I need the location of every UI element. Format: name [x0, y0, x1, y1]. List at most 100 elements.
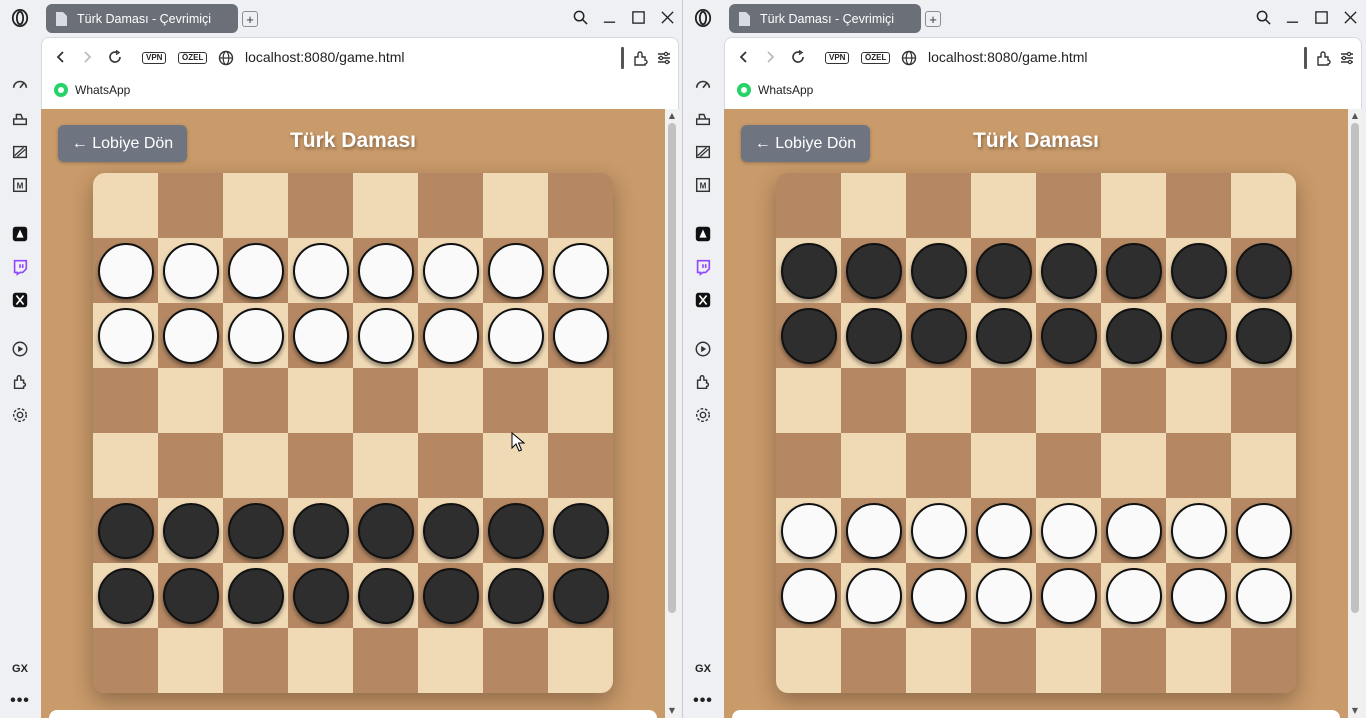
back-icon[interactable] — [53, 49, 69, 65]
vpn-badge[interactable]: VPN — [825, 52, 850, 64]
board-square[interactable] — [906, 238, 971, 303]
board-square[interactable] — [353, 238, 418, 303]
board-square[interactable] — [288, 238, 353, 303]
board-square[interactable] — [1101, 498, 1166, 563]
board-square[interactable] — [353, 173, 418, 238]
board-square[interactable] — [223, 303, 288, 368]
board-square[interactable] — [353, 303, 418, 368]
black-piece[interactable] — [422, 502, 479, 559]
x-twitter-icon[interactable] — [692, 289, 714, 311]
black-piece[interactable] — [162, 502, 219, 559]
scroll-down-icon[interactable]: ▼ — [668, 707, 676, 715]
board-square[interactable] — [1101, 173, 1166, 238]
board-square[interactable] — [353, 433, 418, 498]
white-piece[interactable] — [422, 307, 479, 364]
black-piece[interactable] — [1170, 242, 1227, 299]
board-square[interactable] — [1166, 498, 1231, 563]
white-piece[interactable] — [910, 567, 967, 624]
opera-logo-icon[interactable] — [9, 7, 31, 29]
white-piece[interactable] — [1235, 502, 1292, 559]
board-square[interactable] — [1166, 563, 1231, 628]
board-square[interactable] — [288, 303, 353, 368]
board-square[interactable] — [483, 173, 548, 238]
board-square[interactable] — [353, 368, 418, 433]
white-piece[interactable] — [292, 307, 349, 364]
easy-setup-icon[interactable] — [1339, 50, 1355, 66]
aria-icon[interactable] — [9, 223, 31, 245]
board-square[interactable] — [776, 173, 841, 238]
board-square[interactable] — [353, 498, 418, 563]
board-square[interactable] — [1036, 173, 1101, 238]
black-piece[interactable] — [487, 567, 544, 624]
board-square[interactable] — [971, 303, 1036, 368]
board-square[interactable] — [1231, 628, 1296, 693]
board-square[interactable] — [841, 303, 906, 368]
board-square[interactable] — [1231, 238, 1296, 303]
board-square[interactable] — [418, 238, 483, 303]
new-tab-button[interactable]: + — [925, 11, 941, 27]
black-piece[interactable] — [780, 242, 837, 299]
white-piece[interactable] — [552, 242, 609, 299]
speed-dial-icon[interactable] — [692, 75, 714, 97]
scrollbar-thumb[interactable] — [1351, 123, 1359, 613]
easy-setup-icon[interactable] — [656, 50, 672, 66]
white-piece[interactable] — [487, 242, 544, 299]
board-square[interactable] — [1231, 303, 1296, 368]
back-icon[interactable] — [736, 49, 752, 65]
maximize-icon[interactable] — [1313, 9, 1329, 25]
board-square[interactable] — [353, 563, 418, 628]
black-piece[interactable] — [97, 567, 154, 624]
black-piece[interactable] — [1235, 242, 1292, 299]
black-piece[interactable] — [780, 307, 837, 364]
board-square[interactable] — [776, 238, 841, 303]
gx-label[interactable]: GX — [692, 658, 714, 680]
board-square[interactable] — [158, 238, 223, 303]
board-square[interactable] — [906, 303, 971, 368]
board-square[interactable] — [971, 563, 1036, 628]
globe-icon[interactable] — [218, 50, 234, 66]
board-square[interactable] — [1166, 628, 1231, 693]
board-square[interactable] — [971, 433, 1036, 498]
white-piece[interactable] — [1170, 502, 1227, 559]
board-square[interactable] — [841, 433, 906, 498]
board-square[interactable] — [483, 498, 548, 563]
player-icon[interactable] — [9, 338, 31, 360]
board-square[interactable] — [223, 433, 288, 498]
board-square[interactable] — [841, 173, 906, 238]
wallpaper-icon[interactable] — [9, 141, 31, 163]
board-square[interactable] — [1036, 303, 1101, 368]
m-app-icon[interactable]: M — [692, 174, 714, 196]
twitch-icon[interactable] — [692, 256, 714, 278]
white-piece[interactable] — [1105, 567, 1162, 624]
shopping-icon[interactable] — [9, 108, 31, 130]
shopping-icon[interactable] — [692, 108, 714, 130]
globe-icon[interactable] — [901, 50, 917, 66]
board-square[interactable] — [1231, 433, 1296, 498]
board-square[interactable] — [1166, 173, 1231, 238]
board-square[interactable] — [483, 303, 548, 368]
board-square[interactable] — [841, 498, 906, 563]
board-square[interactable] — [776, 368, 841, 433]
white-piece[interactable] — [97, 307, 154, 364]
board-square[interactable] — [776, 498, 841, 563]
white-piece[interactable] — [1235, 567, 1292, 624]
active-tab[interactable]: Türk Daması - Çevrimiçi — [46, 4, 238, 33]
minimize-icon[interactable] — [1284, 9, 1300, 25]
black-piece[interactable] — [975, 242, 1032, 299]
black-piece[interactable] — [227, 502, 284, 559]
board-square[interactable] — [776, 563, 841, 628]
board-square[interactable] — [906, 173, 971, 238]
board-square[interactable] — [1101, 368, 1166, 433]
x-twitter-icon[interactable] — [9, 289, 31, 311]
board-square[interactable] — [418, 563, 483, 628]
board-square[interactable] — [971, 498, 1036, 563]
player-icon[interactable] — [692, 338, 714, 360]
board-square[interactable] — [548, 563, 613, 628]
aria-icon[interactable] — [692, 223, 714, 245]
board-square[interactable] — [288, 173, 353, 238]
m-app-icon[interactable]: M — [9, 174, 31, 196]
board-square[interactable] — [158, 498, 223, 563]
board-square[interactable] — [906, 368, 971, 433]
black-piece[interactable] — [1235, 307, 1292, 364]
board-square[interactable] — [906, 433, 971, 498]
